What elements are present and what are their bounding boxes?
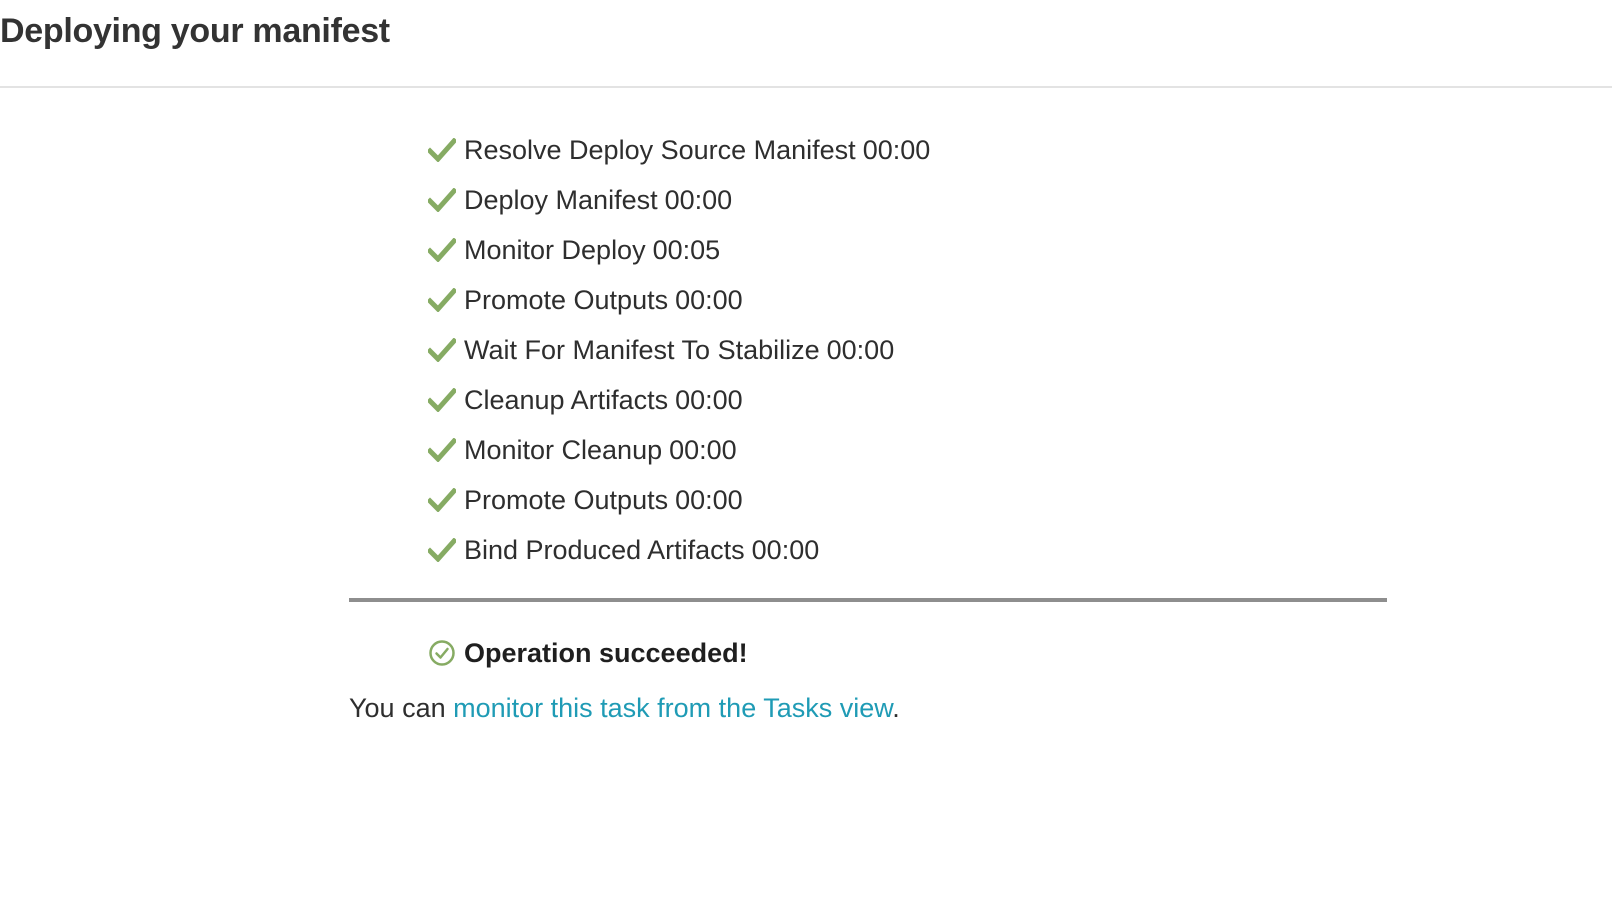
step-duration: 00:05 xyxy=(652,234,721,265)
task-step: Resolve Deploy Source Manifest 00:00 xyxy=(428,125,930,175)
monitor-suffix: . xyxy=(892,693,900,723)
tasks-view-link[interactable]: monitor this task from the Tasks view xyxy=(453,693,892,723)
step-duration: 00:00 xyxy=(862,134,931,165)
task-step: Promote Outputs 00:00 xyxy=(428,275,930,325)
step-duration: 00:00 xyxy=(675,284,743,315)
check-circle-icon xyxy=(428,639,456,667)
check-icon xyxy=(428,288,456,312)
step-name: Monitor Cleanup xyxy=(464,434,663,465)
step-duration: 00:00 xyxy=(664,184,733,215)
modal-title: Deploying your manifest xyxy=(0,12,390,50)
step-name: Promote Outputs xyxy=(464,484,669,515)
step-name: Deploy Manifest xyxy=(464,184,658,215)
step-name: Wait For Manifest To Stabilize xyxy=(464,334,820,365)
step-duration: 00:00 xyxy=(751,534,820,565)
modal-header: Deploying your manifest xyxy=(0,0,1612,88)
step-duration: 00:00 xyxy=(675,384,743,415)
step-name: Resolve Deploy Source Manifest xyxy=(464,134,856,165)
task-step: Monitor Deploy 00:05 xyxy=(428,225,930,275)
task-step: Bind Produced Artifacts 00:00 xyxy=(428,525,930,575)
monitor-prefix: You can xyxy=(349,693,454,723)
monitor-message: You can monitor this task from the Tasks… xyxy=(349,693,900,724)
check-icon xyxy=(428,338,456,362)
step-duration: 00:00 xyxy=(669,434,737,465)
step-name: Bind Produced Artifacts xyxy=(464,534,745,565)
task-step: Monitor Cleanup 00:00 xyxy=(428,425,930,475)
check-icon xyxy=(428,188,456,212)
check-icon xyxy=(428,138,456,162)
divider xyxy=(349,598,1387,602)
check-icon xyxy=(428,238,456,262)
check-icon xyxy=(428,438,456,462)
step-duration: 00:00 xyxy=(675,484,743,515)
task-steps-list: Resolve Deploy Source Manifest 00:00 Depl… xyxy=(428,125,930,575)
check-icon xyxy=(428,538,456,562)
task-step: Deploy Manifest 00:00 xyxy=(428,175,930,225)
task-step: Promote Outputs 00:00 xyxy=(428,475,930,525)
task-step: Wait For Manifest To Stabilize 00:00 xyxy=(428,325,930,375)
task-step: Cleanup Artifacts 00:00 xyxy=(428,375,930,425)
operation-status: Operation succeeded! xyxy=(428,632,748,674)
check-icon xyxy=(428,388,456,412)
status-text: Operation succeeded! xyxy=(464,637,748,668)
step-name: Promote Outputs xyxy=(464,284,669,315)
step-name: Cleanup Artifacts xyxy=(464,384,669,415)
deploy-manifest-modal: Deploying your manifest Resolve Deploy S… xyxy=(0,0,1612,902)
step-duration: 00:00 xyxy=(826,334,895,365)
step-name: Monitor Deploy xyxy=(464,234,646,265)
check-icon xyxy=(428,488,456,512)
